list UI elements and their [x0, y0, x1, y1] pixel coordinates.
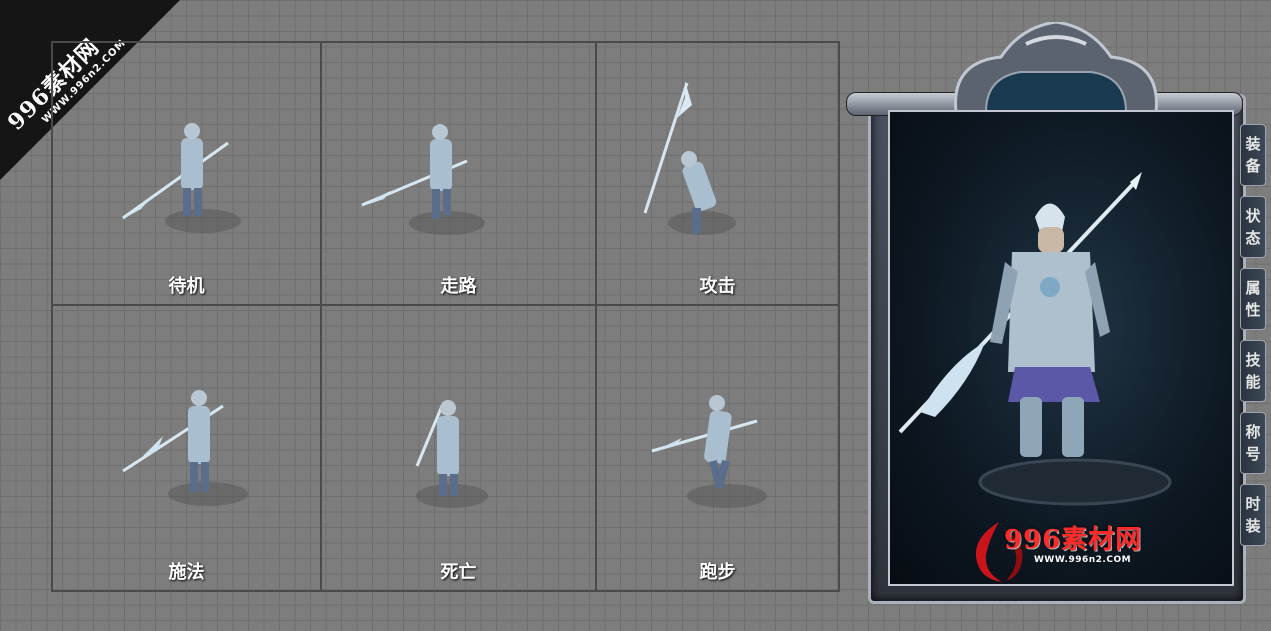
action-cell-idle[interactable]: 待机 [51, 41, 322, 306]
tab-skills[interactable]: 技能 [1240, 340, 1266, 402]
site-logo: 996素材网 WWW.996n2.COM [964, 517, 1174, 587]
action-cell-death[interactable]: 死亡 [320, 304, 597, 592]
death-sprite [415, 400, 488, 508]
action-cell-run[interactable]: 跑步 [595, 304, 840, 592]
run-sprite [651, 395, 767, 508]
tab-equipment[interactable]: 装备 [1240, 124, 1266, 186]
tab-titles[interactable]: 称号 [1240, 412, 1266, 474]
idle-sprite [121, 123, 241, 233]
walk-sprite [360, 124, 485, 235]
action-label-attack: 攻击 [699, 276, 736, 297]
action-grid: 待机 走路 攻击 施法 死亡 跑步 [51, 41, 840, 592]
panel-crown-ornament [954, 22, 1158, 114]
action-label-idle: 待机 [168, 276, 205, 297]
action-label-death: 死亡 [440, 562, 477, 583]
tab-status[interactable]: 状态 [1240, 196, 1266, 258]
action-cell-attack[interactable]: 攻击 [595, 41, 840, 306]
action-cell-walk[interactable]: 走路 [320, 41, 597, 306]
action-cell-cast[interactable]: 施法 [51, 304, 322, 592]
logo-title: 996素材网 [1004, 525, 1143, 555]
action-label-walk: 走路 [440, 276, 477, 297]
action-label-run: 跑步 [699, 562, 736, 583]
character-panel: 装备 状态 属性 技能 称号 时装 996素材网 WWW.996n2.COM [846, 22, 1268, 604]
panel-tabs: 装备 状态 属性 技能 称号 时装 [1240, 124, 1266, 556]
character-viewport [888, 110, 1234, 586]
action-label-cast: 施法 [168, 562, 205, 583]
character-model [898, 172, 1172, 506]
logo-url: WWW.996n2.COM [1034, 555, 1132, 565]
attack-sprite [643, 81, 736, 235]
cast-sprite [122, 390, 248, 506]
tab-fashion[interactable]: 时装 [1240, 484, 1266, 546]
tab-attributes[interactable]: 属性 [1240, 268, 1266, 330]
